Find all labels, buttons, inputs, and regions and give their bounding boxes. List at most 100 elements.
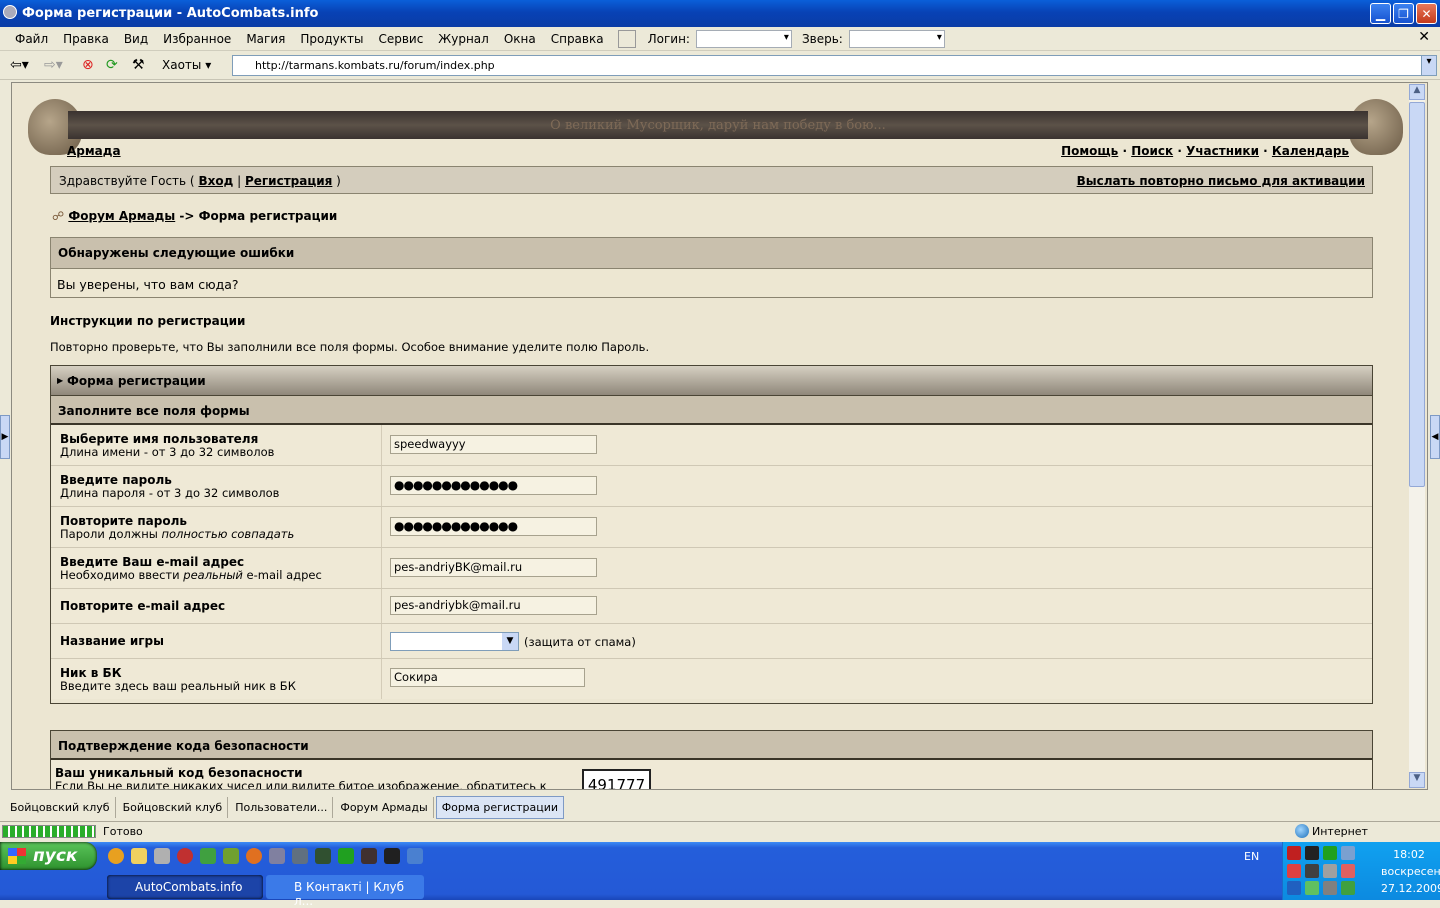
language-indicator[interactable]: EN <box>1244 850 1259 863</box>
error-box: Обнаружены следующие ошибки Вы уверены, … <box>50 237 1373 298</box>
login-label: Логин: <box>647 31 690 46</box>
menu-products[interactable]: Продукты <box>300 32 363 46</box>
tray-network-icon[interactable] <box>1305 846 1319 860</box>
taskbar-vkontakte[interactable]: В Контакті | Клуб л... <box>266 875 424 908</box>
menu-windows[interactable]: Окна <box>504 32 536 46</box>
tray-device-icon[interactable] <box>1323 881 1337 895</box>
minimize-button[interactable]: ▁ <box>1370 3 1391 24</box>
tray-skype-icon[interactable] <box>1287 881 1301 895</box>
stop-icon[interactable]: ⊗ <box>82 57 94 73</box>
taskbar-autocombats[interactable]: AutoCombats.info <box>107 875 263 899</box>
scroll-up-icon[interactable]: ▲ <box>1409 84 1425 100</box>
quicklaunch-utorrent-icon[interactable] <box>338 848 354 864</box>
menu-journal[interactable]: Журнал <box>438 32 489 46</box>
tray-icq-icon[interactable] <box>1341 881 1355 895</box>
error-title: Обнаружены следующие ошибки <box>51 238 1372 269</box>
login-field[interactable] <box>695 29 792 48</box>
close-button[interactable]: ✕ <box>1416 3 1437 24</box>
quicklaunch-app-icon[interactable] <box>269 848 285 864</box>
vertical-scrollbar[interactable]: ▲ ▼ <box>1409 84 1425 788</box>
quicklaunch-clock-icon[interactable] <box>131 848 147 864</box>
tray-x-icon[interactable] <box>1323 864 1337 878</box>
right-panel-arrow-icon[interactable]: ◀ <box>1430 415 1440 459</box>
menu-view[interactable]: Вид <box>124 32 148 46</box>
tray-opera-icon[interactable] <box>1287 864 1301 878</box>
register-link[interactable]: Регистрация <box>245 174 332 188</box>
address-input[interactable]: http://tarmans.kombats.ru/forum/index.ph… <box>232 55 1437 76</box>
instructions-text: Повторно проверьте, что Вы заполнили все… <box>50 340 650 354</box>
nav-search-link[interactable]: Поиск <box>1131 144 1173 158</box>
password-confirm-input[interactable]: ●●●●●●●●●●●●● <box>390 517 597 536</box>
quicklaunch-firefox-icon[interactable] <box>246 848 262 864</box>
quicklaunch-icq-icon[interactable] <box>223 848 239 864</box>
nick-input[interactable]: Сокира <box>390 668 585 687</box>
left-panel-arrow-icon[interactable]: ▶ <box>0 415 10 459</box>
nav-home-link[interactable]: Армада <box>67 144 121 158</box>
scroll-down-icon[interactable]: ▼ <box>1409 772 1425 788</box>
email-row: Введите Ваш e-mail адрес Необходимо ввест… <box>51 548 1372 589</box>
quicklaunch-mail-icon[interactable] <box>154 848 170 864</box>
menu-magic[interactable]: Магия <box>246 32 285 46</box>
password-hint: Длина пароля - от 3 до 32 символов <box>60 486 280 500</box>
tray-volume-icon[interactable] <box>1341 846 1355 860</box>
tab-registration[interactable]: Форма регистрации <box>435 795 565 819</box>
email-confirm-input[interactable]: pes-andriybk@mail.ru <box>390 596 597 615</box>
haoty-button[interactable]: Хаоты ▾ <box>162 58 211 72</box>
beast-field[interactable] <box>848 29 945 48</box>
scroll-thumb[interactable] <box>1409 102 1425 487</box>
close-icon[interactable]: ✕ <box>1418 29 1430 45</box>
quicklaunch-terminal-icon[interactable] <box>315 848 331 864</box>
resend-activation-link[interactable]: Выслать повторно письмо для активации <box>1077 174 1365 188</box>
quicklaunch-tools-icon[interactable] <box>292 848 308 864</box>
tab-forum[interactable]: Форум Армады <box>335 796 434 818</box>
tray-utorrent-icon[interactable] <box>1323 846 1337 860</box>
tools-icon[interactable]: ⚒ <box>132 57 145 73</box>
quicklaunch-cmd-icon[interactable] <box>384 848 400 864</box>
email-label: Введите Ваш e-mail адрес <box>60 555 245 569</box>
quicklaunch-avast-icon[interactable] <box>108 848 124 864</box>
haoty-label: Хаоты <box>162 58 202 72</box>
quicklaunch-game-icon[interactable] <box>200 848 216 864</box>
username-input[interactable]: speedwayyy <box>390 435 597 454</box>
window-title: Форма регистрации - AutoCombats.info <box>22 6 319 21</box>
banner-motto: О великий Мусорщик, даруй нам победу в б… <box>68 111 1368 139</box>
back-icon[interactable]: ⇦▾ <box>10 57 29 73</box>
password-confirm-row: Повторите пароль Пароли должны полностью … <box>51 507 1372 548</box>
address-dropdown-icon[interactable]: ▾ <box>1421 56 1436 75</box>
tray-nvidia-icon[interactable] <box>1305 881 1319 895</box>
taskbar: пуск AutoCombats.info В Контакті | Клуб … <box>0 842 1440 908</box>
menu-service[interactable]: Сервис <box>378 32 423 46</box>
email-hint-em: реальный <box>183 568 243 582</box>
menu-favorites[interactable]: Избранное <box>163 32 231 46</box>
password-input[interactable]: ●●●●●●●●●●●●● <box>390 476 597 495</box>
menu-edit[interactable]: Правка <box>63 32 109 46</box>
nav-help-link[interactable]: Помощь <box>1061 144 1118 158</box>
menu-help[interactable]: Справка <box>551 32 604 46</box>
breadcrumb-forum-link[interactable]: Форум Армады <box>68 209 175 223</box>
clock-date: 27.12.2009 <box>1381 882 1440 895</box>
restore-button[interactable]: ❐ <box>1393 3 1414 24</box>
system-tray: 18:02 воскресенье 27.12.2009 <box>1282 842 1440 900</box>
quicklaunch-film-icon[interactable] <box>361 848 377 864</box>
email-input[interactable]: pes-andriyBK@mail.ru <box>390 558 597 577</box>
quicklaunch-opera-icon[interactable] <box>177 848 193 864</box>
forward-icon[interactable]: ⇨▾ <box>44 57 63 73</box>
tray-speaker-icon[interactable] <box>1305 864 1319 878</box>
start-button[interactable]: пуск <box>0 842 97 870</box>
nav-members-link[interactable]: Участники <box>1186 144 1259 158</box>
tab-fightclub-2[interactable]: Бойцовский клуб <box>118 796 229 818</box>
tab-fightclub-1[interactable]: Бойцовский клуб <box>5 796 116 818</box>
refresh-icon[interactable]: ⟳ <box>106 57 118 73</box>
game-select[interactable]: ▼ <box>390 632 519 651</box>
clock[interactable]: 18:02 воскресенье 27.12.2009 <box>1381 846 1440 897</box>
tab-users[interactable]: Пользователи... <box>230 796 334 818</box>
chevron-down-icon[interactable]: ▼ <box>502 633 518 650</box>
bbs-icon[interactable] <box>617 29 636 48</box>
quicklaunch-more-icon[interactable] <box>407 848 423 864</box>
nav-calendar-link[interactable]: Календарь <box>1272 144 1349 158</box>
menu-file[interactable]: Файл <box>15 32 48 46</box>
tray-antivirus-icon[interactable] <box>1287 846 1301 860</box>
breadcrumb: ☍ Форум Армады -> Форма регистрации <box>52 209 337 223</box>
login-link[interactable]: Вход <box>198 174 233 188</box>
tray-app-icon[interactable] <box>1341 864 1355 878</box>
